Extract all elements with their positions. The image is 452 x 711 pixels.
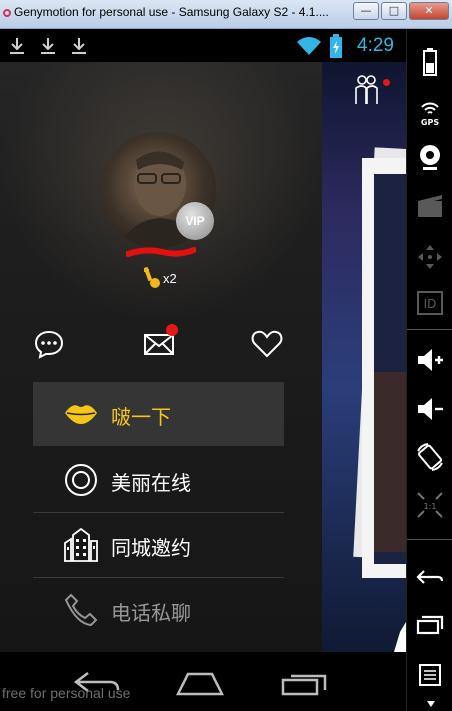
circle-target-icon [65, 464, 97, 496]
key-icon [143, 266, 160, 288]
screencast-widget-icon [418, 195, 442, 217]
svg-text:GPS: GPS [421, 118, 439, 127]
volume-down-icon[interactable] [414, 393, 446, 425]
window-title: Genymotion for personal use - Samsung Ga… [14, 5, 329, 19]
android-nav-bar [0, 652, 406, 711]
main-content-graphic [353, 147, 406, 652]
menu-item-phone-chat[interactable]: 电话私聊 [33, 578, 284, 642]
heart-icon[interactable] [251, 328, 283, 360]
rotate-icon[interactable] [414, 441, 446, 473]
battery-widget-icon[interactable] [414, 45, 446, 77]
key-count: x2 [163, 271, 177, 286]
gps-widget-icon[interactable]: GPS [414, 95, 446, 127]
minimize-button[interactable]: — [353, 2, 379, 20]
recent-apps-icon[interactable] [281, 670, 327, 696]
genymotion-sidebar: GPS ID 1:1 [406, 29, 452, 711]
menu-item-label: 同城邀约 [111, 536, 191, 560]
menu-item-city-invite[interactable]: 同城邀约 [33, 513, 284, 577]
navigation-drawer: VIP x2 啵一下 美丽在线 同城邀约 电话私聊 [0, 62, 322, 652]
close-button[interactable]: ✕ [409, 2, 449, 20]
wifi-icon [297, 37, 321, 55]
sidebar-back-icon[interactable] [414, 561, 446, 593]
sidebar-separator [407, 539, 452, 540]
lips-icon [65, 405, 97, 424]
window-titlebar: Genymotion for personal use - Samsung Ga… [0, 0, 452, 29]
genymotion-logo-icon [3, 9, 11, 17]
pixel-perfect-icon: 1:1 [417, 492, 443, 518]
vip-badge: VIP [176, 202, 214, 240]
scroll-down-icon[interactable] [427, 701, 435, 707]
status-clock: 4:29 [357, 35, 394, 56]
city-buildings-icon [64, 527, 98, 562]
notification-dot [383, 79, 390, 86]
maximize-button[interactable]: □ [381, 2, 407, 20]
download-notification-icon [72, 38, 86, 54]
battery-icon [330, 34, 342, 58]
main-content-peek [322, 62, 406, 652]
sidebar-recent-apps-icon[interactable] [414, 609, 446, 641]
webcam-widget-icon[interactable] [414, 141, 446, 173]
phone-icon [64, 593, 98, 627]
svg-text:1:1: 1:1 [424, 502, 437, 511]
dpad-widget-icon [418, 245, 442, 269]
download-notification-icon [10, 38, 24, 54]
android-status-bar: 4:29 [0, 29, 406, 62]
unread-badge [166, 324, 178, 336]
nickname-redacted [126, 247, 196, 257]
identifiers-widget-icon: ID [417, 291, 443, 315]
svg-text:ID: ID [424, 297, 437, 311]
menu-item-label: 电话私聊 [111, 601, 191, 625]
sidebar-menu-icon[interactable] [414, 659, 446, 691]
watermark: free for personal use [2, 685, 131, 701]
menu-item-beauty-online[interactable]: 美丽在线 [33, 448, 284, 512]
menu-item-kiss[interactable]: 啵一下 [33, 382, 284, 446]
people-icon[interactable] [354, 74, 380, 106]
download-notification-icon [41, 38, 55, 54]
chat-icon[interactable] [33, 328, 65, 360]
volume-up-icon[interactable] [414, 344, 446, 376]
menu-item-label: 啵一下 [111, 405, 171, 429]
sidebar-separator [407, 329, 452, 330]
menu-item-label: 美丽在线 [111, 471, 191, 495]
home-icon[interactable] [176, 670, 224, 696]
